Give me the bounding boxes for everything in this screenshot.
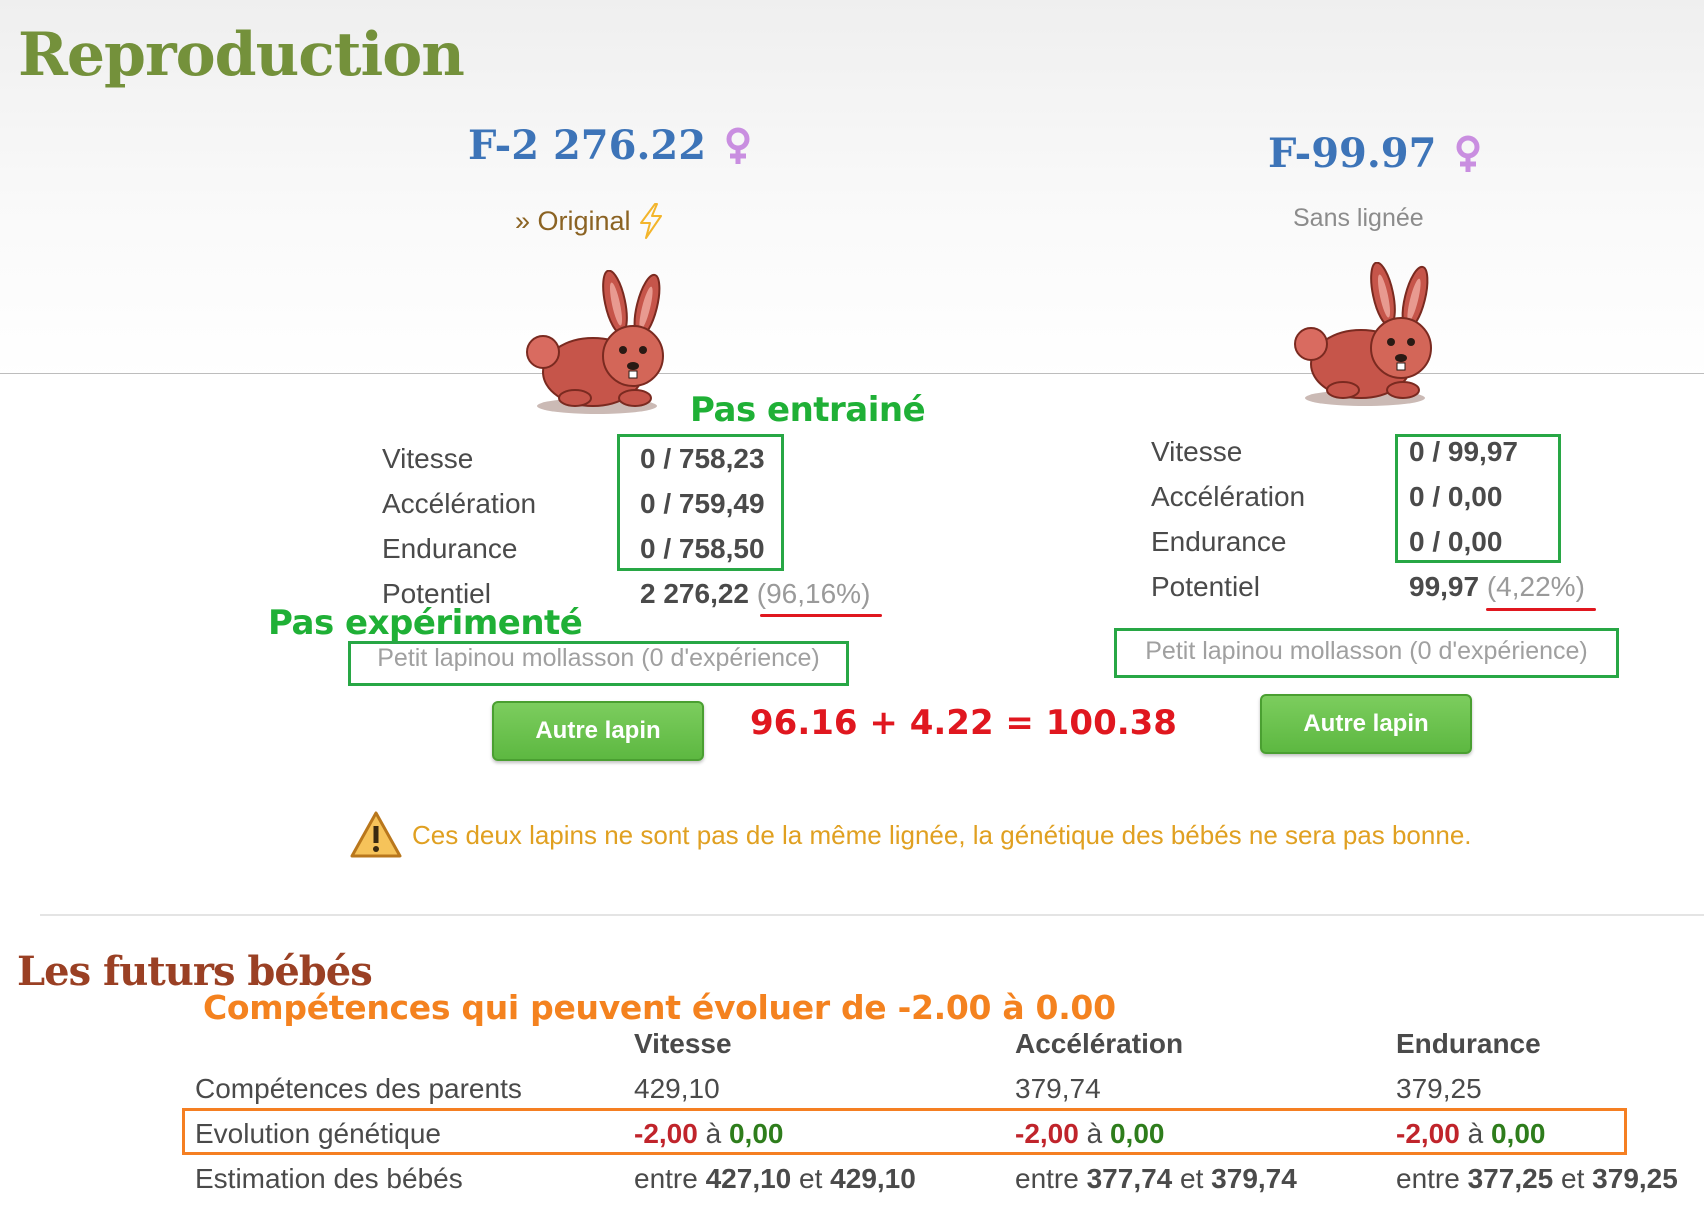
rabbit-image [1294, 262, 1432, 406]
rabbit-image [526, 270, 664, 414]
column-header: Accélération [1015, 1027, 1184, 1059]
stat-label: Accélération [382, 487, 537, 519]
estimate-low: 377,25 [1467, 1162, 1554, 1194]
column-header: Vitesse [634, 1027, 732, 1059]
annotation-box-left-stats [617, 434, 784, 571]
warning-text: Ces deux lapins ne sont pas de la même l… [412, 819, 1472, 850]
estimate-between: entre [1015, 1162, 1079, 1194]
header-divider [0, 373, 1704, 374]
right-rabbit-name[interactable]: F-99.97 [1268, 130, 1436, 177]
table-header-row: Vitesse Accélération Endurance [195, 1021, 1678, 1066]
lightning-icon [639, 203, 662, 239]
potential-value: 2 276,22 [640, 577, 749, 609]
annotation-sum: 96.16 + 4.22 = 100.38 [750, 703, 1177, 743]
table-row: Estimation des bébés entre 427,10 et 429… [195, 1156, 1678, 1201]
annotation-not-trained-left: Pas entrainé [690, 390, 926, 430]
potential-value: 99,97 [1409, 570, 1480, 602]
potential-percent: (96,16%) [756, 577, 871, 609]
estimate-high: 379,74 [1211, 1162, 1297, 1194]
estimate-between: entre [634, 1162, 698, 1194]
lineage-warning: Ces deux lapins ne sont pas de la même l… [350, 810, 1472, 860]
stat-label: Vitesse [382, 442, 474, 474]
annotation-underline-right [1486, 608, 1596, 611]
left-rabbit-name[interactable]: F-2 276.22 [468, 122, 706, 169]
table-cell: 379,25 [1396, 1072, 1482, 1104]
potential-percent: (4,22%) [1486, 570, 1585, 602]
page-title: Reproduction [18, 20, 465, 90]
annotation-box-right-stats [1395, 434, 1561, 563]
left-lineage: » Original [515, 203, 665, 239]
left-other-rabbit-button[interactable]: Autre lapin [492, 701, 704, 761]
stat-label: Endurance [1151, 525, 1287, 557]
estimate-low: 377,74 [1086, 1162, 1173, 1194]
table-cell: entre 427,10 et 429,10 [634, 1156, 1015, 1201]
section-divider [40, 914, 1704, 916]
female-icon [726, 127, 750, 164]
estimate-low: 427,10 [705, 1162, 792, 1194]
potential-label: Potentiel [1151, 570, 1260, 602]
right-other-rabbit-button[interactable]: Autre lapin [1260, 694, 1472, 754]
table-cell: 429,10 [634, 1072, 720, 1104]
column-header: Endurance [1396, 1027, 1541, 1059]
estimate-high: 429,10 [830, 1162, 916, 1194]
right-potential-row: Potentiel 99,97 (4,22%) [1151, 564, 1585, 609]
row-label: Estimation des bébés [195, 1162, 463, 1194]
female-icon [1456, 135, 1480, 172]
estimate-and: et [1180, 1162, 1204, 1194]
annotation-underline-left [760, 614, 882, 617]
stat-label: Accélération [1151, 480, 1306, 512]
right-lineage: Sans lignée [1293, 204, 1424, 232]
left-experience: Petit lapinou mollasson (0 d'expérience) [377, 644, 820, 672]
stat-label: Endurance [382, 532, 518, 564]
stat-label: Vitesse [1151, 435, 1243, 467]
annotation-not-experienced: Pas expérimenté [268, 603, 583, 643]
table-cell: entre 377,25 et 379,25 [1396, 1156, 1678, 1201]
lineage-link[interactable]: » Original [515, 206, 631, 237]
annotation-box-evolution [182, 1108, 1627, 1155]
estimate-between: entre [1396, 1162, 1460, 1194]
row-label: Compétences des parents [195, 1072, 522, 1104]
left-rabbit-name-row: F-2 276.22 [468, 122, 752, 169]
right-experience: Petit lapinou mollasson (0 d'expérience) [1145, 637, 1588, 665]
table-cell: entre 377,74 et 379,74 [1015, 1156, 1396, 1201]
estimate-and: et [799, 1162, 823, 1194]
estimate-high: 379,25 [1592, 1162, 1678, 1194]
right-rabbit-name-row: F-99.97 [1268, 130, 1482, 177]
estimate-and: et [1561, 1162, 1585, 1194]
warning-icon [350, 811, 402, 858]
table-row: Compétences des parents 429,10 379,74 37… [195, 1066, 1678, 1111]
table-cell: 379,74 [1015, 1072, 1101, 1104]
